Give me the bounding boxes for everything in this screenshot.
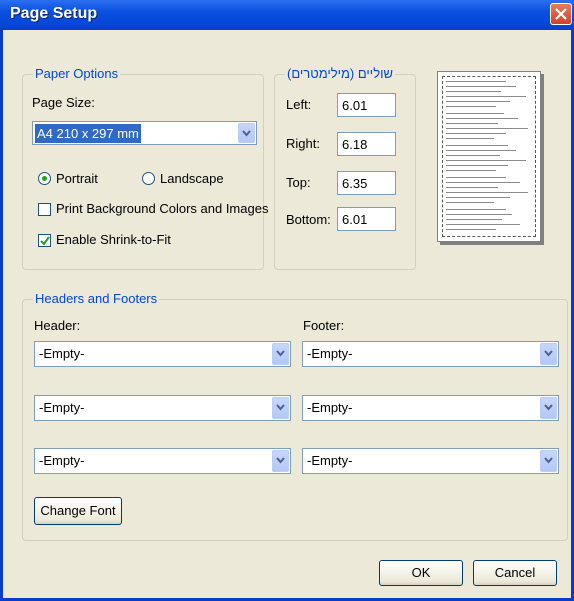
header-select-2-dropdown-button[interactable]	[272, 397, 289, 419]
bottom-margin-label: Bottom:	[286, 212, 331, 227]
footer-select-2-dropdown-button[interactable]	[540, 397, 557, 419]
page-size-label: Page Size:	[32, 95, 95, 110]
close-icon	[555, 8, 567, 20]
title-bar[interactable]: Page Setup	[0, 0, 574, 30]
print-background-label[interactable]: Print Background Colors and Images	[56, 201, 268, 216]
cancel-button[interactable]: Cancel	[473, 560, 557, 586]
footer-select-2-value: -Empty-	[307, 400, 353, 415]
header-select-3-value: -Empty-	[39, 453, 85, 468]
portrait-label[interactable]: Portrait	[56, 171, 98, 186]
page-size-dropdown-button[interactable]	[238, 123, 255, 143]
header-select-1[interactable]: -Empty-	[34, 341, 291, 367]
chevron-down-icon	[544, 457, 553, 464]
footer-select-3[interactable]: -Empty-	[302, 448, 559, 474]
header-label: Header:	[34, 318, 81, 333]
footer-select-3-value: -Empty-	[307, 453, 353, 468]
header-select-1-dropdown-button[interactable]	[272, 343, 289, 365]
headers-footers-legend: Headers and Footers	[33, 291, 160, 306]
bottom-margin-input[interactable]: 6.01	[337, 207, 396, 231]
left-margin-label: Left:	[286, 97, 312, 112]
footer-select-1-value: -Empty-	[307, 346, 353, 361]
header-select-1-value: -Empty-	[39, 346, 85, 361]
page-size-select[interactable]: A4 210 x 297 mm	[32, 121, 257, 145]
checkmark-icon	[40, 236, 50, 246]
page-setup-dialog: Page Setup Paper Options Page Size: A4 2…	[0, 0, 574, 601]
chevron-down-icon	[544, 404, 553, 411]
chevron-down-icon	[276, 350, 285, 357]
margins-legend: שוליים (מילימטרים)	[285, 66, 395, 81]
chevron-down-icon	[276, 457, 285, 464]
right-margin-label: Right:	[286, 136, 320, 151]
landscape-radio[interactable]	[142, 172, 155, 185]
portrait-radio[interactable]	[38, 172, 51, 185]
radio-selected-dot	[42, 176, 47, 181]
top-margin-label: Top:	[286, 175, 311, 190]
change-font-button[interactable]: Change Font	[34, 497, 122, 525]
header-select-2[interactable]: -Empty-	[34, 395, 291, 421]
top-margin-input[interactable]: 6.35	[337, 171, 396, 195]
left-margin-value: 6.01	[342, 98, 368, 113]
footer-select-3-dropdown-button[interactable]	[540, 450, 557, 472]
chevron-down-icon	[544, 350, 553, 357]
header-select-3[interactable]: -Empty-	[34, 448, 291, 474]
chevron-down-icon	[276, 404, 285, 411]
shrink-to-fit-checkbox[interactable]	[38, 234, 51, 247]
page-preview	[437, 71, 541, 242]
footer-select-1[interactable]: -Empty-	[302, 341, 559, 367]
header-select-2-value: -Empty-	[39, 400, 85, 415]
footer-select-2[interactable]: -Empty-	[302, 395, 559, 421]
close-button[interactable]	[550, 3, 572, 25]
page-size-value: A4 210 x 297 mm	[35, 124, 141, 143]
shrink-to-fit-label[interactable]: Enable Shrink-to-Fit	[56, 232, 171, 247]
paper-options-legend: Paper Options	[33, 66, 121, 81]
header-select-3-dropdown-button[interactable]	[272, 450, 289, 472]
left-margin-input[interactable]: 6.01	[337, 93, 396, 117]
ok-button[interactable]: OK	[379, 560, 463, 586]
footer-select-1-dropdown-button[interactable]	[540, 343, 557, 365]
right-margin-input[interactable]: 6.18	[337, 132, 396, 156]
window-title: Page Setup	[10, 5, 98, 22]
chevron-down-icon	[242, 130, 251, 137]
footer-label: Footer:	[303, 318, 345, 333]
right-margin-value: 6.18	[342, 137, 368, 152]
landscape-label[interactable]: Landscape	[160, 171, 224, 186]
top-margin-value: 6.35	[342, 176, 368, 191]
print-background-checkbox[interactable]	[38, 203, 51, 216]
page-preview-margin-box	[442, 76, 536, 237]
bottom-margin-value: 6.01	[342, 212, 368, 227]
